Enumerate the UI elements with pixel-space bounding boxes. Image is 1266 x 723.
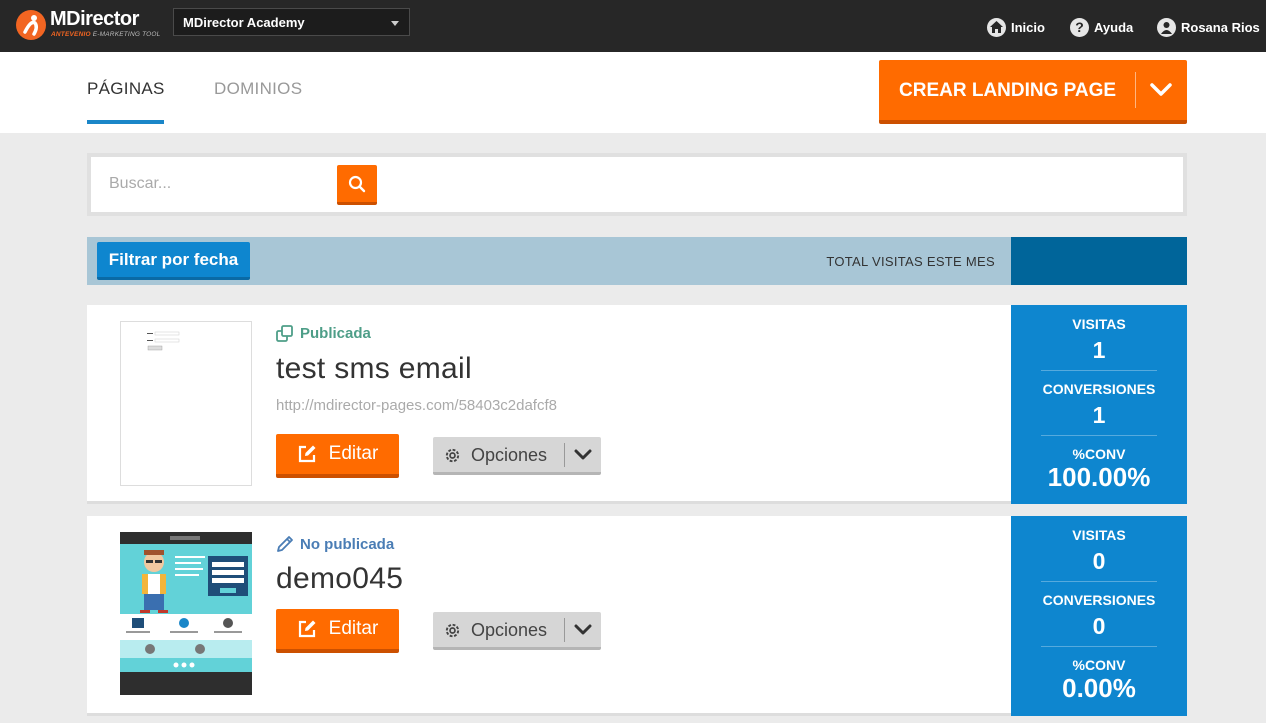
nav-user-menu[interactable]: Rosana Rios	[1157, 17, 1260, 37]
tab-dominios[interactable]: DOMINIOS	[214, 79, 302, 99]
total-visits-label: TOTAL VISITAS ESTE MES	[826, 254, 995, 269]
caret-down-icon	[391, 21, 399, 26]
home-icon	[987, 17, 1006, 37]
user-icon	[1157, 17, 1176, 37]
status-label: No publicada	[300, 535, 395, 553]
chevron-down-icon	[1150, 83, 1172, 96]
edit-button[interactable]: Editar	[276, 609, 399, 653]
edit-icon	[298, 620, 316, 638]
logo-mark-icon	[16, 10, 46, 40]
mdirector-logo[interactable]: MDirector ANTEVENIO E-MARKETING TOOL	[16, 8, 166, 42]
tabs-header: PÁGINAS DOMINIOS CREAR LANDING PAGE	[0, 52, 1266, 133]
account-select-value: MDirector Academy	[183, 15, 305, 30]
create-landing-page-label: CREAR LANDING PAGE	[899, 80, 1117, 101]
conv-rate-value: 100.00%	[1047, 462, 1151, 492]
visits-label: VISITAS	[1072, 316, 1126, 332]
stats-divider	[1041, 581, 1157, 582]
copy-icon	[276, 325, 293, 342]
status-badge: No publicada	[276, 535, 394, 553]
page-title[interactable]: demo045	[276, 562, 403, 596]
create-landing-page-button[interactable]: CREAR LANDING PAGE	[879, 60, 1187, 124]
page-thumbnail[interactable]	[120, 321, 252, 486]
options-button[interactable]: Opciones	[433, 612, 601, 650]
help-icon: ?	[1070, 17, 1089, 37]
status-badge: Publicada	[276, 325, 371, 342]
top-bar: MDirector ANTEVENIO E-MARKETING TOOL MDi…	[0, 0, 1266, 52]
create-dropdown-toggle[interactable]	[1135, 60, 1187, 120]
nav-home-label: Inicio	[1011, 19, 1045, 35]
conv-rate-label: %CONV	[1072, 657, 1126, 673]
page-stats-panel: VISITAS 0 CONVERSIONES 0 %CONV 0.00%	[1011, 516, 1187, 716]
stats-divider	[1041, 646, 1157, 647]
visits-value: 1	[1092, 337, 1106, 363]
search-input[interactable]	[109, 169, 339, 199]
status-label: Publicada	[300, 325, 371, 342]
edit-icon	[298, 445, 316, 463]
options-dropdown-toggle[interactable]	[565, 612, 601, 647]
tab-paginas[interactable]: PÁGINAS	[87, 79, 165, 99]
landing-page-card: Publicada test sms email http://mdirecto…	[87, 305, 1011, 504]
page-preview-image	[120, 532, 252, 695]
chevron-down-icon	[574, 449, 592, 459]
conversions-value: 0	[1092, 613, 1106, 639]
edit-label: Editar	[328, 618, 379, 639]
conversions-label: CONVERSIONES	[1042, 381, 1156, 397]
nav-home-link[interactable]: Inicio	[987, 17, 1045, 37]
nav-user-label: Rosana Rios	[1181, 19, 1260, 35]
options-button[interactable]: Opciones	[433, 437, 601, 475]
search-icon	[348, 175, 366, 192]
nav-help-label: Ayuda	[1094, 19, 1134, 35]
visits-value: 0	[1092, 548, 1106, 574]
search-panel	[87, 153, 1187, 216]
conv-rate-label: %CONV	[1072, 446, 1126, 462]
conversions-value: 1	[1092, 402, 1106, 428]
pencil-icon	[277, 536, 293, 552]
search-button[interactable]	[337, 165, 377, 205]
stats-divider	[1041, 435, 1157, 436]
filter-by-date-button[interactable]: Filtrar por fecha	[97, 242, 250, 280]
nav-help-link[interactable]: ? Ayuda	[1070, 17, 1133, 37]
chevron-down-icon	[574, 624, 592, 634]
account-select[interactable]: MDirector Academy	[173, 8, 410, 36]
options-dropdown-toggle[interactable]	[565, 437, 601, 472]
logo-tagline: ANTEVENIO E-MARKETING TOOL	[51, 31, 161, 38]
landing-page-card: No publicada demo045 Editar Opciones	[87, 516, 1011, 716]
options-label: Opciones	[471, 445, 548, 465]
edit-button[interactable]: Editar	[276, 434, 399, 478]
gear-icon	[445, 623, 460, 638]
total-visits-value	[1011, 237, 1187, 285]
gear-icon	[445, 448, 460, 463]
visits-label: VISITAS	[1072, 527, 1126, 543]
stats-divider	[1041, 370, 1157, 371]
conv-rate-value: 0.00%	[1062, 673, 1136, 703]
active-tab-indicator	[87, 120, 164, 124]
options-label: Opciones	[471, 620, 548, 640]
conversions-label: CONVERSIONES	[1042, 592, 1156, 608]
logo-name: MDirector	[50, 8, 139, 30]
page-preview-image	[147, 331, 180, 351]
page-url[interactable]: http://mdirector-pages.com/58403c2dafcf8	[276, 397, 557, 414]
page-thumbnail[interactable]	[120, 532, 252, 695]
page-title[interactable]: test sms email	[276, 352, 472, 386]
edit-label: Editar	[328, 443, 379, 464]
page-stats-panel: VISITAS 1 CONVERSIONES 1 %CONV 100.00%	[1011, 305, 1187, 504]
filter-bar: Filtrar por fecha TOTAL VISITAS ESTE MES	[87, 237, 1187, 285]
